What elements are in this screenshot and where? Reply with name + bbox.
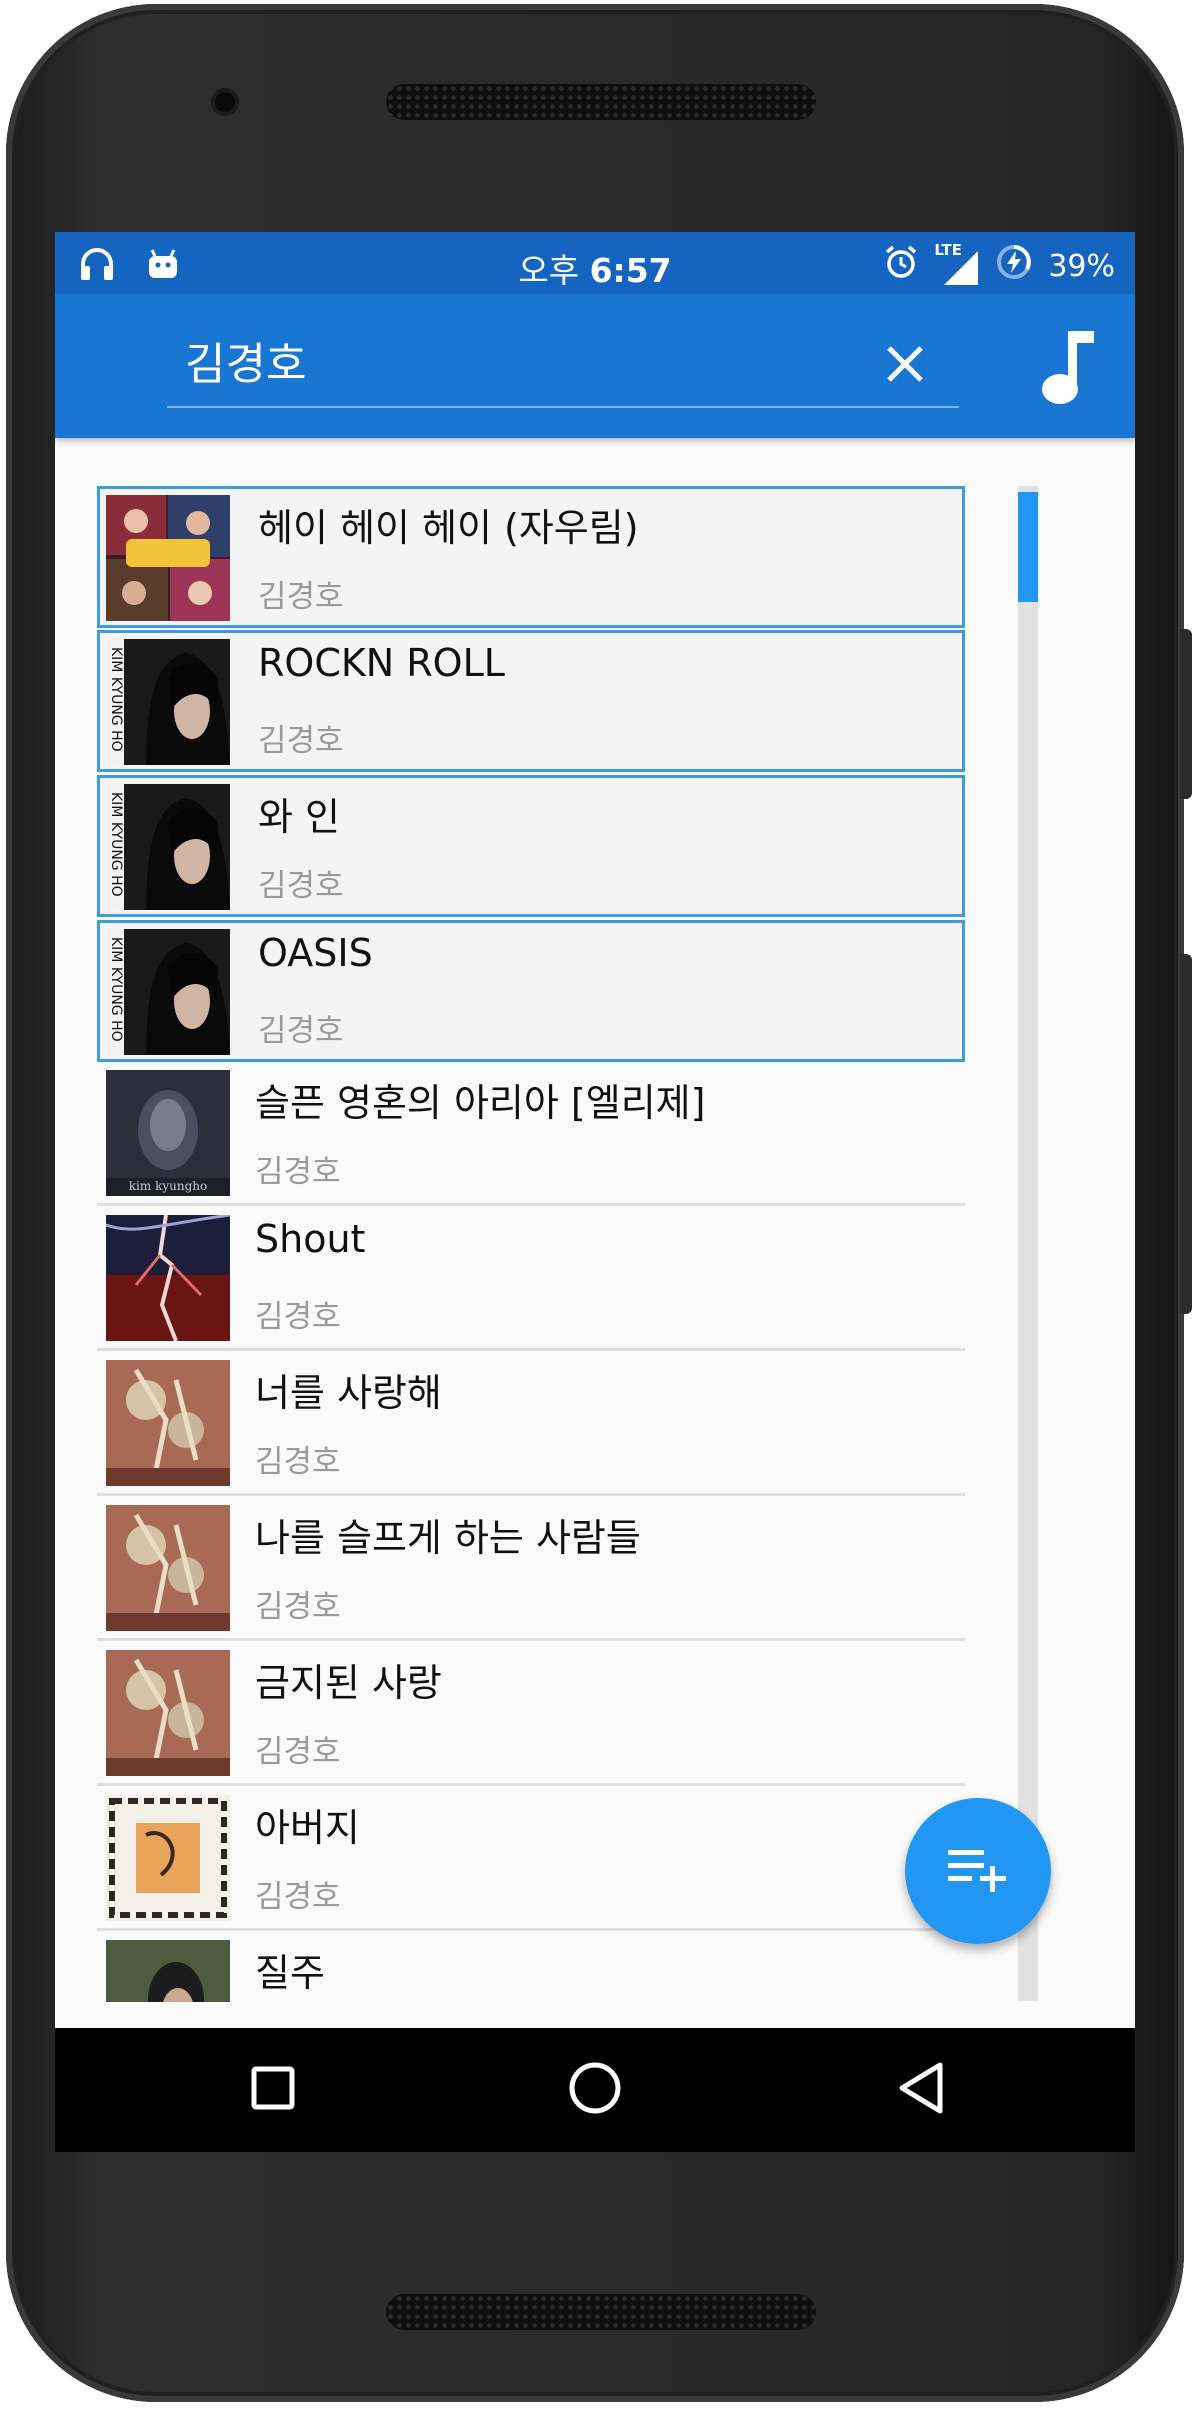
recents-square-icon	[250, 2065, 296, 2115]
signal-icon: LTE	[934, 241, 980, 287]
close-icon	[885, 344, 925, 388]
art-text: kim kyungho	[129, 1179, 207, 1193]
alarm-icon	[882, 243, 920, 289]
list-item[interactable]: KIM KYUNG HO OASIS 김경호	[97, 920, 965, 1062]
search-input[interactable]	[185, 330, 785, 390]
album-art-thumbnail: kim kyungho	[106, 1070, 230, 1196]
list-item[interactable]: 금지된 사랑 김경호	[97, 1644, 965, 1786]
song-artist: 김경호	[255, 1444, 341, 1480]
list-item[interactable]: 아버지 김경호	[97, 1789, 965, 1931]
song-artist: 김경호	[258, 723, 344, 759]
song-title: 나를 슬프게 하는 사람들	[255, 1516, 641, 1560]
home-button[interactable]	[555, 2050, 635, 2130]
navigation-bar	[55, 2028, 1135, 2152]
song-artist: 김경호	[255, 1879, 341, 1915]
add-to-playlist-button[interactable]	[905, 1798, 1051, 1944]
list-item[interactable]: KIM KYUNG HO 와 인 김경호	[97, 775, 965, 917]
list-item[interactable]: 헤이 헤이 헤이 (자우림) 김경호	[97, 486, 965, 628]
album-art-thumbnail	[106, 1795, 230, 1921]
playlist-add-icon	[948, 1846, 1008, 1896]
song-artist: 김경호	[258, 579, 344, 615]
scrollbar-track[interactable]	[1018, 486, 1038, 2001]
album-art-thumbnail	[106, 495, 230, 621]
list-item[interactable]: 나를 슬프게 하는 사람들 김경호	[97, 1499, 965, 1641]
back-button[interactable]	[881, 2050, 961, 2130]
home-circle-icon	[568, 2061, 622, 2119]
album-art-thumbnail: KIM KYUNG HO	[106, 929, 230, 1055]
power-button	[1180, 629, 1192, 799]
search-field	[167, 316, 959, 408]
song-title: 슬픈 영혼의 아리아 [엘리제]	[255, 1081, 706, 1125]
volume-button	[1180, 954, 1192, 1314]
song-title: 헤이 헤이 헤이 (자우림)	[258, 506, 639, 550]
song-title: 너를 사랑해	[255, 1371, 442, 1415]
song-title: 질주	[255, 1951, 325, 1995]
song-title: ROCKN ROLL	[258, 641, 505, 685]
recents-button[interactable]	[233, 2050, 313, 2130]
scrollbar-thumb[interactable]	[1018, 492, 1038, 602]
earpiece-speaker	[386, 84, 816, 120]
album-art-thumbnail	[106, 1650, 230, 1776]
song-artist: 김경호	[255, 1734, 341, 1770]
back-triangle-icon	[896, 2061, 946, 2119]
bottom-speaker	[386, 2294, 816, 2330]
music-note-icon	[1038, 327, 1098, 411]
screen: 오후 6:57 LTE 39% 김경호 헤이 헤이 헤이 (자우림) 김경호 K…	[55, 232, 1135, 2152]
song-title: OASIS	[258, 931, 373, 975]
album-art-thumbnail	[106, 1505, 230, 1631]
list-item[interactable]: 너를 사랑해 김경호	[97, 1354, 965, 1496]
song-artist: 김경호	[258, 1013, 344, 1049]
status-bar: 오후 6:57 LTE 39%	[55, 232, 1135, 294]
song-artist: 김경호	[255, 1299, 341, 1335]
list-item[interactable]: 질주	[97, 1934, 965, 2002]
art-text: KIM KYUNG HO	[108, 647, 124, 752]
search-toolbar	[55, 294, 1135, 438]
album-art-thumbnail	[106, 1360, 230, 1486]
song-title: 아버지	[255, 1806, 360, 1850]
now-playing-button[interactable]	[1023, 324, 1113, 414]
list-item[interactable]: kim kyungho 슬픈 영혼의 아리아 [엘리제] 김경호	[97, 1064, 965, 1206]
front-camera	[211, 88, 239, 116]
art-text: KIM KYUNG HO	[108, 937, 124, 1042]
battery-charging-icon	[994, 242, 1034, 290]
song-title: 금지된 사랑	[255, 1661, 442, 1705]
song-artist: 김경호	[258, 868, 344, 904]
album-art-thumbnail: KIM KYUNG HO	[106, 639, 230, 765]
song-title: Shout	[255, 1217, 366, 1261]
clear-search-button[interactable]	[875, 336, 935, 396]
album-art-thumbnail: KIM KYUNG HO	[106, 784, 230, 910]
album-art-thumbnail	[105, 1213, 231, 1342]
art-text: KIM KYUNG HO	[108, 792, 124, 897]
battery-percent: 39%	[1048, 248, 1115, 284]
song-artist: 김경호	[255, 1589, 341, 1625]
song-title: 와 인	[258, 795, 340, 839]
list-item[interactable]: Shout 김경호	[97, 1209, 965, 1351]
album-art-thumbnail	[106, 1940, 230, 2002]
song-artist: 김경호	[255, 1154, 341, 1190]
list-item[interactable]: KIM KYUNG HO ROCKN ROLL 김경호	[97, 630, 965, 772]
